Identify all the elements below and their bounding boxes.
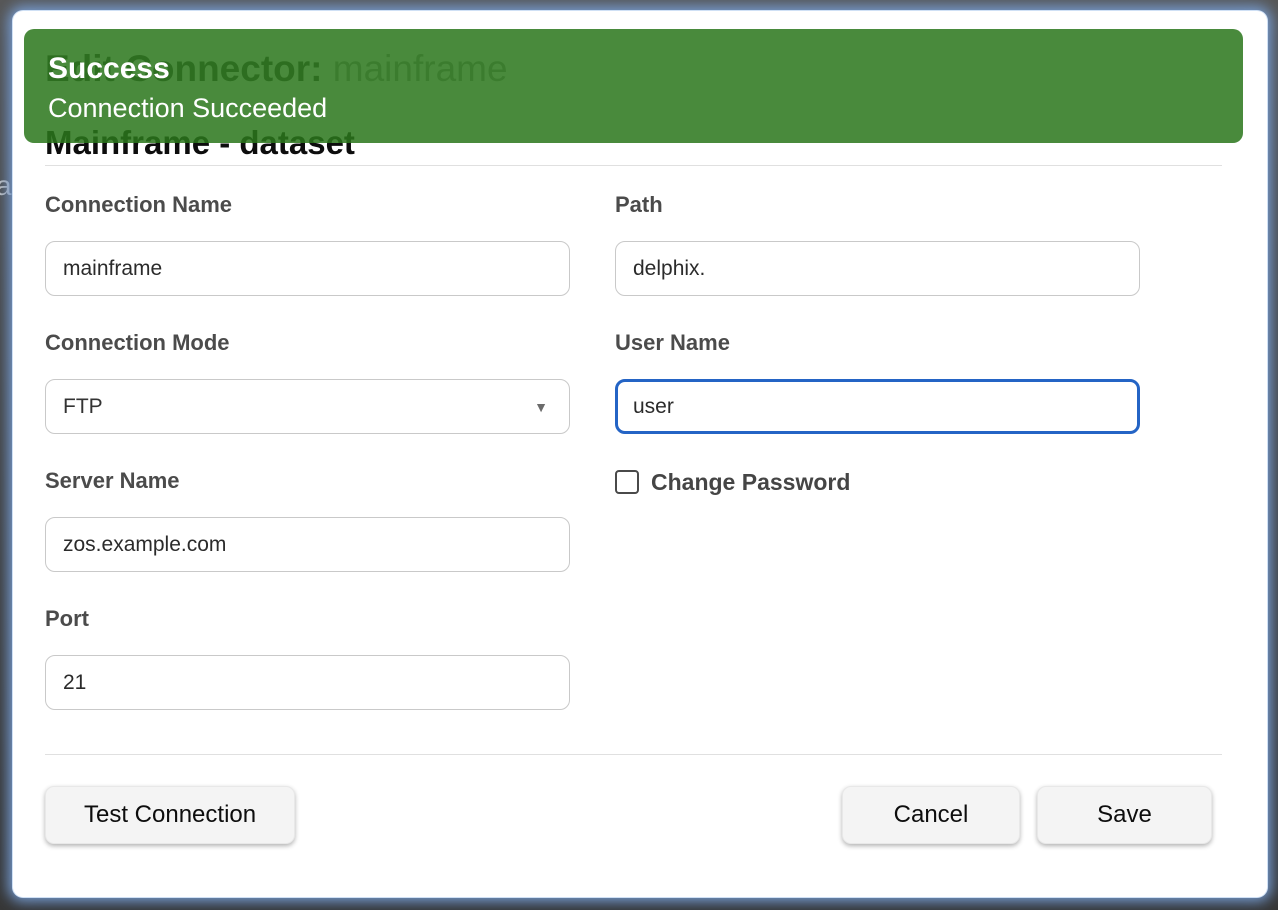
server-name-input[interactable] (45, 517, 570, 572)
path-label: Path (615, 191, 1140, 219)
save-button[interactable]: Save (1037, 786, 1212, 844)
field-connection-mode: Connection Mode FTP ▼ (45, 329, 570, 434)
change-password-row: Change Password (615, 468, 1140, 496)
server-name-label: Server Name (45, 467, 570, 495)
dropdown-arrow-icon: ▼ (534, 399, 548, 415)
field-connection-name: Connection Name (45, 191, 570, 296)
toast-title: Success (48, 53, 1243, 85)
user-name-label: User Name (615, 329, 1140, 357)
port-input[interactable] (45, 655, 570, 710)
connection-name-input[interactable] (45, 241, 570, 296)
change-password-label: Change Password (651, 468, 850, 496)
connection-mode-label: Connection Mode (45, 329, 570, 357)
edit-connector-dialog: Success Connection Succeeded Edit Connec… (13, 11, 1267, 897)
field-user-name: User Name (615, 329, 1140, 434)
success-toast: Success Connection Succeeded (24, 29, 1243, 143)
path-input[interactable] (615, 241, 1140, 296)
background-page-text-fragment: a (0, 170, 12, 202)
change-password-checkbox[interactable] (615, 470, 639, 494)
port-label: Port (45, 605, 570, 633)
cancel-button[interactable]: Cancel (842, 786, 1020, 844)
connector-form: Connection Name Path Connection Mode FTP… (45, 191, 1222, 710)
field-path: Path (615, 191, 1140, 296)
test-connection-button[interactable]: Test Connection (45, 786, 295, 844)
connection-name-label: Connection Name (45, 191, 570, 219)
field-empty (615, 605, 1140, 710)
toast-message: Connection Succeeded (48, 91, 1243, 125)
field-change-password: Change Password (615, 467, 1140, 572)
user-name-input[interactable] (615, 379, 1140, 434)
footer-divider (45, 754, 1222, 755)
dialog-footer: Test Connection Cancel Save (45, 786, 1222, 844)
field-port: Port (45, 605, 570, 710)
field-server-name: Server Name (45, 467, 570, 572)
connection-mode-selected-value: FTP (63, 395, 103, 419)
connection-mode-select[interactable]: FTP ▼ (45, 379, 570, 434)
